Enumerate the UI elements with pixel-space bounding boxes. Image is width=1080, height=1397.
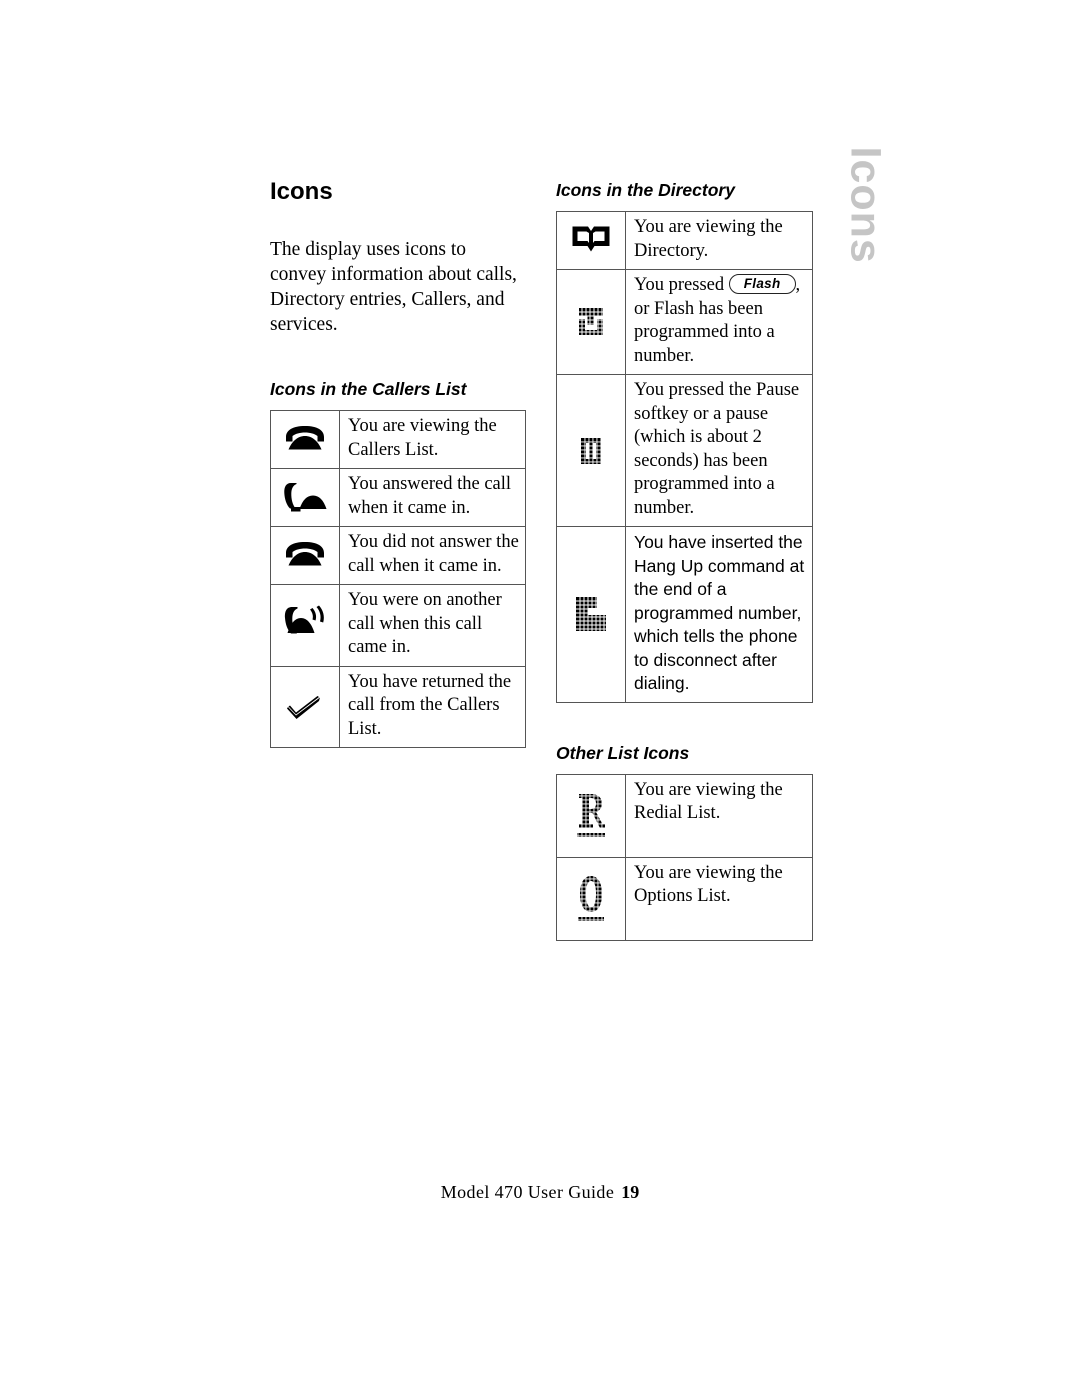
row-description: You were on another call when this call … <box>339 584 526 667</box>
footer-page-number: 19 <box>621 1182 640 1202</box>
pause-block-icon <box>556 374 626 527</box>
side-tab-label: Icons <box>841 146 890 264</box>
table-row: You pressed the Pause softkey or a pause… <box>556 374 813 527</box>
checkmark-icon <box>270 665 340 748</box>
row-description: You are viewing the Directory. <box>625 211 813 270</box>
table-row: You are viewing the Directory. <box>556 211 813 270</box>
table-row: You have inserted the Hang Up command at… <box>556 526 813 703</box>
row-description: You pressed Flash, or Flash has been pro… <box>625 269 813 375</box>
row-description: You have inserted the Hang Up command at… <box>625 526 813 703</box>
table-row: You have returned the call from the Call… <box>270 665 526 748</box>
table-row: You pressed Flash, or Flash has been pro… <box>556 269 813 375</box>
table-row: You are viewing the Redial List. <box>556 773 813 858</box>
table-row: You answered the call when it came in. <box>270 468 526 527</box>
flash-text-before: You pressed <box>634 275 729 295</box>
row-description: You are viewing the Options List. <box>625 856 813 941</box>
side-tab: Icons <box>812 147 912 390</box>
phone-answered-icon <box>270 468 340 527</box>
letter-r-icon <box>556 773 626 858</box>
flash-button[interactable]: Flash <box>728 274 796 294</box>
left-column: Icons The display uses icons to convey i… <box>270 178 526 748</box>
intro-paragraph: The display uses icons to convey informa… <box>270 239 517 335</box>
page-footer: Model 470 User Guide 19 <box>0 1182 1080 1203</box>
row-description: You pressed the Pause softkey or a pause… <box>625 374 813 527</box>
table-row: You are viewing the Callers List. <box>270 410 526 469</box>
open-book-icon <box>556 211 626 270</box>
callers-list-table: You are viewing the Callers List. You an… <box>270 410 526 748</box>
page-title: Icons <box>270 178 333 205</box>
phone-missed-icon <box>270 526 340 585</box>
footer-guide-label: Model 470 User Guide <box>440 1182 615 1202</box>
flash-block-icon <box>556 269 626 375</box>
directory-table: You are viewing the Directory. You press… <box>556 211 813 703</box>
table-row: You did not answer the call when it came… <box>270 526 526 585</box>
phone-ringing-busy-icon <box>270 584 340 667</box>
row-description: You did not answer the call when it came… <box>339 526 526 585</box>
directory-heading: Icons in the Directory <box>556 180 735 200</box>
row-description: You are viewing the Redial List. <box>625 773 813 858</box>
table-row: You are viewing the Options List. <box>556 856 813 941</box>
row-description: You have returned the call from the Call… <box>339 665 526 748</box>
right-column: Icons in the Directory You are viewing t… <box>556 180 813 941</box>
other-list-table: You are viewing the Redial List. You are… <box>556 773 813 941</box>
callers-list-heading: Icons in the Callers List <box>270 379 467 399</box>
hangup-block-icon <box>556 526 626 703</box>
row-description: You are viewing the Callers List. <box>339 410 526 469</box>
row-description: You answered the call when it came in. <box>339 468 526 527</box>
phone-on-hook-icon <box>270 410 340 469</box>
table-row: You were on another call when this call … <box>270 584 526 667</box>
letter-o-icon <box>556 856 626 941</box>
other-list-heading: Other List Icons <box>556 742 690 763</box>
